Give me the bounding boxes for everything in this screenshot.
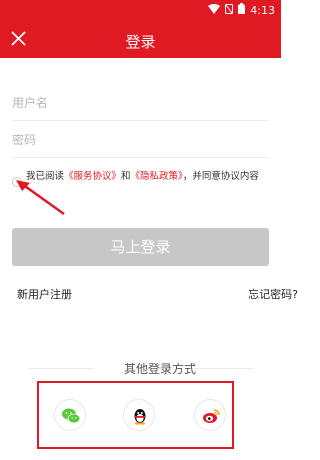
login-button[interactable]: 马上登录 (12, 228, 269, 266)
status-time: 4:13 (250, 3, 275, 17)
wechat-login-button[interactable] (54, 399, 86, 431)
weibo-icon (203, 409, 220, 423)
username-input[interactable] (12, 85, 269, 120)
username-field (12, 85, 269, 121)
page-title: 登录 (125, 33, 156, 51)
battery-icon (238, 3, 246, 17)
privacy-policy-link[interactable]: 《隐私政策》 (131, 171, 183, 182)
qq-icon (134, 409, 146, 425)
forgot-password-link[interactable]: 忘记密码? (248, 286, 298, 302)
qq-login-button[interactable] (123, 399, 155, 431)
app-bar: 登录 (0, 22, 281, 58)
wifi-icon (208, 3, 221, 17)
status-icons: 4:13 (208, 3, 275, 17)
agreement-and: 和 (121, 171, 131, 182)
password-field (12, 122, 269, 158)
no-sim-icon (225, 3, 234, 17)
annotation-arrow (16, 180, 65, 216)
weibo-login-button[interactable] (194, 399, 226, 431)
social-login-group (37, 381, 234, 449)
register-link[interactable]: 新用户注册 (17, 286, 72, 302)
agreement-suffix: ，并同意协议内容 (182, 171, 259, 182)
status-bar: 4:13 (0, 0, 281, 22)
other-login-title: 其他登录方式 (123, 362, 196, 376)
wechat-icon (62, 408, 81, 424)
password-input[interactable] (12, 122, 269, 157)
